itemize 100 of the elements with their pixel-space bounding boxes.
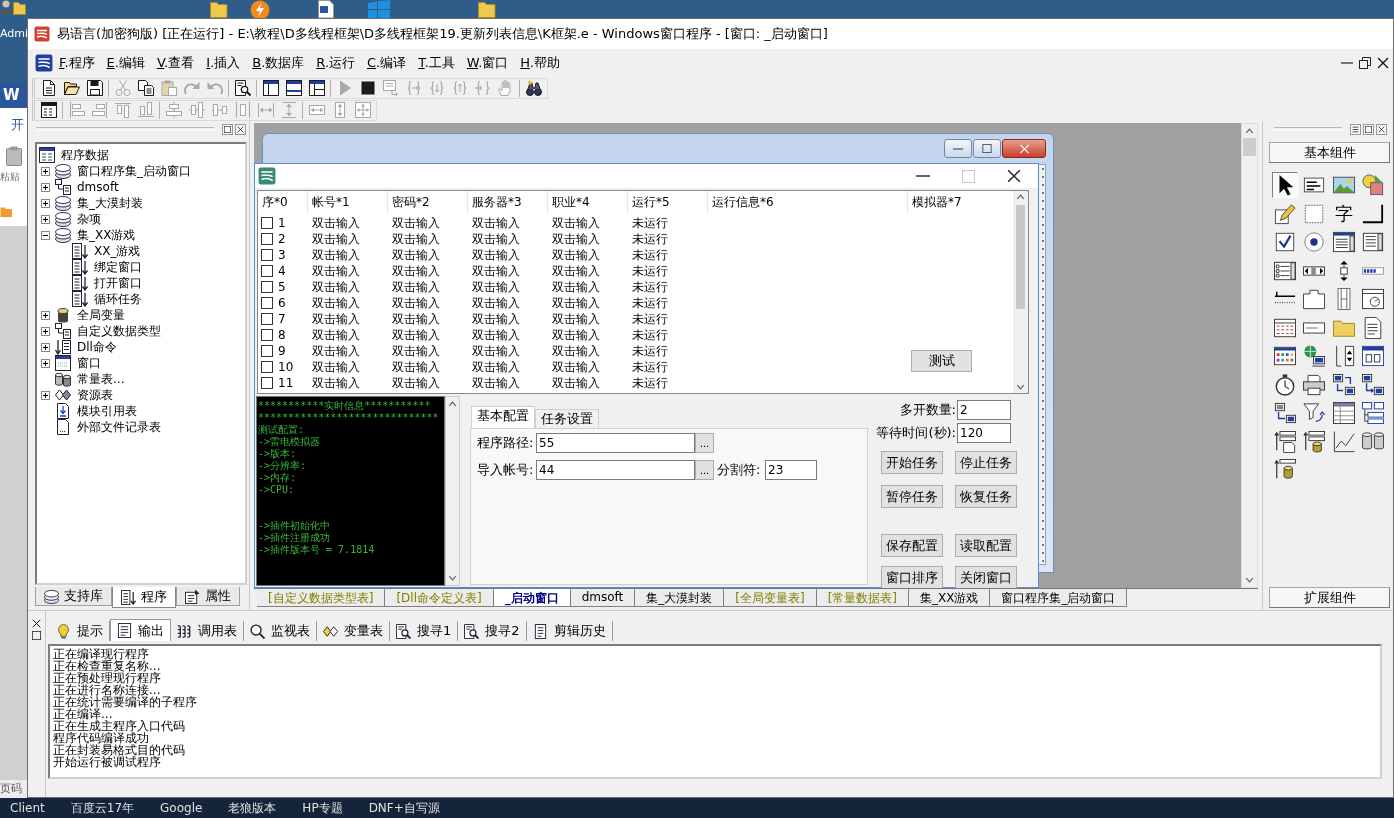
column-header[interactable]: 服务器*3 [468,191,548,213]
number-field[interactable]: 120 [957,423,1011,443]
ribbon-label[interactable]: 粘贴 [0,170,27,184]
panel-tab[interactable]: 属性 [176,587,240,606]
category-button[interactable]: 基本组件 [1269,142,1390,163]
computers-arrow-icon[interactable] [1360,371,1387,398]
plus-box-icon[interactable] [41,214,50,224]
column-header[interactable]: 序*0 [258,191,308,213]
copy-icon[interactable] [137,80,154,96]
tree-item[interactable]: XX_游戏 [93,242,142,260]
row-checkbox[interactable] [261,377,273,389]
taskbar-item[interactable]: 百度云17年 [70,799,135,817]
output-tab[interactable]: 搜寻2 [458,621,527,641]
plus-box-icon[interactable] [41,166,50,176]
restore-icon[interactable] [224,125,231,133]
editor-tab[interactable]: [常量数据表] [816,589,910,607]
task-button[interactable]: 开始任务 [881,451,943,474]
restore-icon[interactable] [1365,125,1372,133]
close-icon[interactable] [237,125,244,133]
editor-tab[interactable]: [全局变量表] [724,589,817,607]
task-button[interactable]: 暂停任务 [881,485,943,508]
table-cylinder-icon[interactable] [1301,428,1328,455]
menu-item[interactable]: F.程序 [55,52,99,74]
scrollbar[interactable] [1241,123,1258,588]
editor-tab[interactable]: 集_XX游戏 [909,589,991,607]
row-checkbox[interactable] [261,233,273,245]
plus-box-icon[interactable] [41,198,50,208]
chevron-up-icon[interactable] [1016,194,1025,200]
plus-box-icon[interactable] [41,310,50,320]
menu-item[interactable]: W.窗口 [462,52,513,74]
layout-left-panel-icon[interactable] [262,80,279,96]
scrollbar[interactable] [1013,191,1028,393]
editor-tab[interactable]: [Dll命令定义表] [385,589,494,607]
config-button[interactable]: 窗口排序 [881,566,943,588]
document-icon[interactable] [40,80,57,96]
plus-box-icon[interactable] [41,182,50,192]
row-checkbox[interactable] [261,249,273,261]
close-button[interactable] [1002,139,1046,158]
app-logo-icon[interactable] [35,54,53,72]
tree-item[interactable]: 外部文件记录表 [76,418,162,436]
taskbar-item[interactable]: HP专题 [302,799,343,817]
tree-item[interactable]: 常量表... [76,370,126,388]
menu-item[interactable]: I.插入 [202,52,245,74]
config-button[interactable]: 保存配置 [881,534,943,557]
panel-tab[interactable]: 程序 [112,587,176,608]
close-icon[interactable] [32,619,41,628]
output-tab[interactable]: 调用表 [171,621,244,641]
column-header[interactable]: 密码*2 [388,191,468,213]
taskbar-item[interactable]: DNF+自写源 [368,799,440,817]
globe-computer-icon[interactable] [1301,343,1328,370]
test-button[interactable]: 测试 [911,350,972,372]
menu-item[interactable]: H.帮助 [516,52,564,74]
row-checkbox[interactable] [261,345,273,357]
task-button[interactable]: 停止任务 [955,451,1017,474]
window-grid-icon[interactable] [40,102,57,118]
plus-box-icon[interactable] [41,326,50,336]
chevron-down-icon[interactable] [1016,384,1025,390]
text-tool[interactable]: 字 [1331,200,1356,227]
scrollbar[interactable] [445,396,460,586]
tree-item[interactable]: 自定义数据类型 [76,322,162,340]
tab[interactable]: 任务设置 [535,409,599,428]
minus-box-icon[interactable] [41,230,50,240]
editor-tab[interactable]: 集_大漠封装 [635,589,725,607]
taskbar-item[interactable]: 老狼版本 [228,799,277,817]
output-tab[interactable]: 剪辑历史 [526,621,613,641]
tree-item[interactable]: 集_大漠封装 [76,194,144,212]
menu-icon[interactable] [1352,125,1359,133]
plus-box-icon[interactable] [41,390,50,400]
editor-tab[interactable]: 窗口程序集_启动窗口 [990,589,1128,607]
column-header[interactable]: 运行*5 [628,191,708,213]
clipboard-icon[interactable] [6,146,22,166]
editor-tab[interactable]: dmsoft [570,589,636,607]
row-checkbox[interactable] [261,313,273,325]
chevron-down-icon[interactable] [448,575,457,581]
plus-box-icon[interactable] [41,342,50,352]
scrollbar-thumb[interactable] [1016,205,1025,309]
config-button[interactable]: 关闭窗口 [955,566,1017,588]
computers-exchange-icon[interactable] [1330,371,1357,398]
row-checkbox[interactable] [261,265,273,277]
tree-item[interactable]: 绑定窗口 [93,258,143,276]
page-magnifier-icon[interactable] [234,80,251,96]
tree-item[interactable]: 程序数据 [60,146,110,164]
browse-button[interactable]: ... [695,460,714,480]
tree-item[interactable]: 集_XX游戏 [76,226,137,244]
tree-blocks-icon[interactable] [1360,400,1387,427]
table-window-icon[interactable] [1330,400,1357,427]
output-tab[interactable]: 搜寻1 [390,621,459,641]
scrollbar-thumb[interactable] [1243,138,1256,156]
output-tab[interactable]: 监视表 [244,621,317,641]
ribbon-tab[interactable]: 开 [11,116,27,134]
row-checkbox[interactable] [261,297,273,309]
menu-item[interactable]: T.工具 [414,52,459,74]
config-button[interactable]: 读取配置 [955,534,1017,557]
stop-icon[interactable] [359,80,376,96]
plus-box-icon[interactable] [41,358,50,368]
output-tab[interactable]: 变量表 [317,621,390,641]
close-icon[interactable] [1377,57,1389,69]
editor-tab[interactable]: [自定义数据类型表] [257,589,386,607]
chevron-up-icon[interactable] [1245,128,1254,134]
restore-icon[interactable] [1359,57,1371,69]
